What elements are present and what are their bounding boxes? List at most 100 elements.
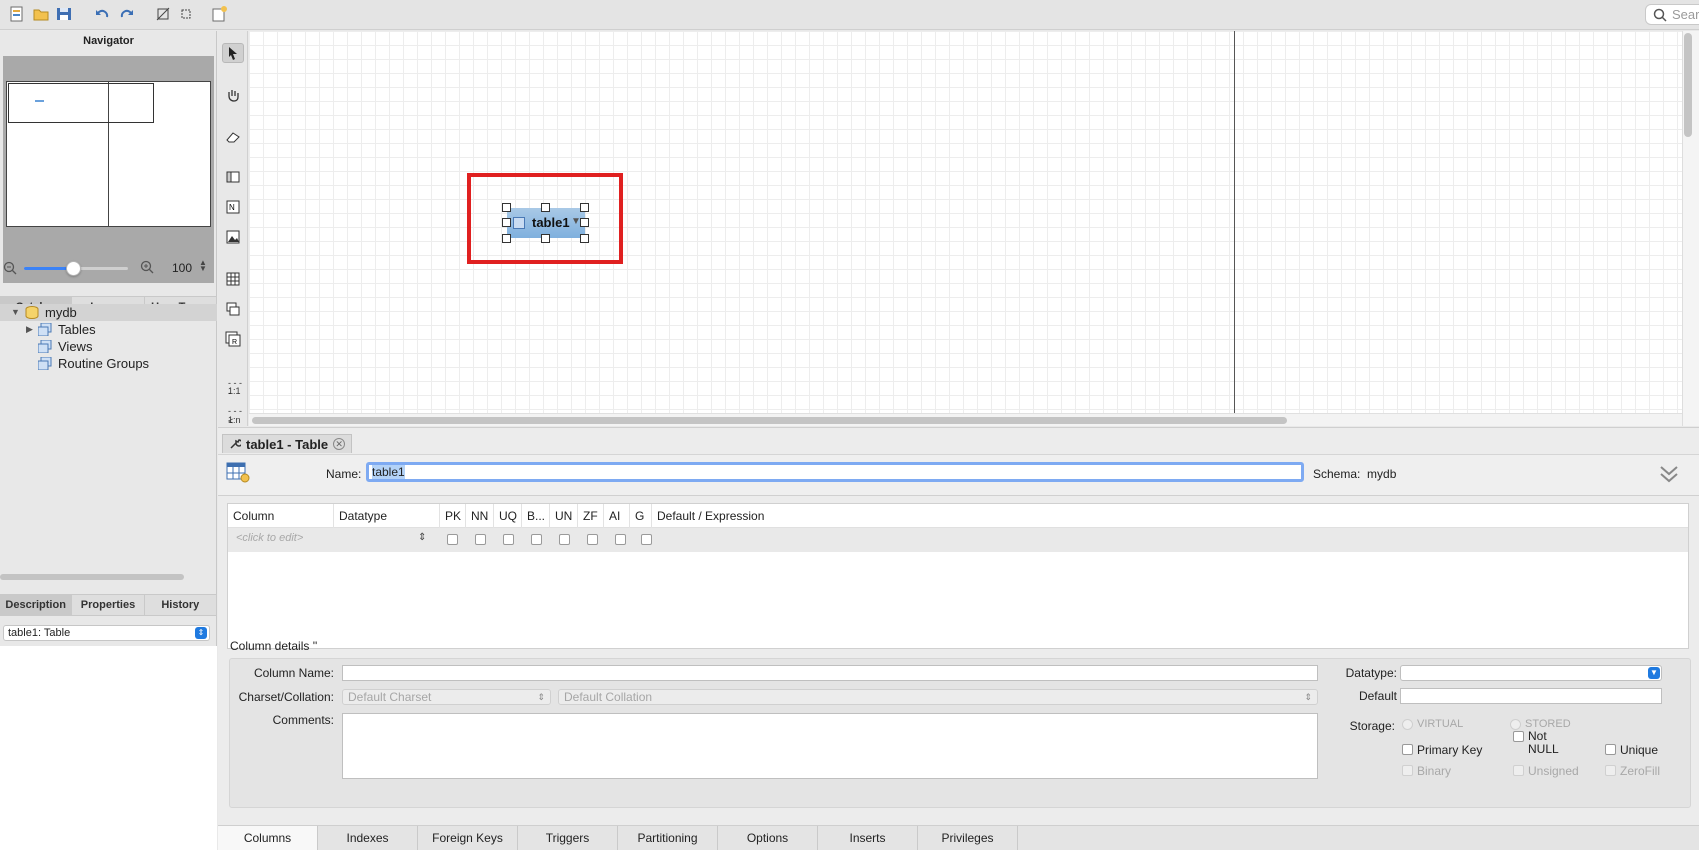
tab-options[interactable]: Options [718, 826, 818, 850]
primary-key-checkbox[interactable] [1402, 744, 1413, 755]
resize-handle[interactable] [541, 203, 550, 212]
zerofill-checkbox[interactable] [1605, 765, 1616, 776]
col-header-g[interactable]: G [630, 504, 652, 528]
comments-textarea[interactable] [342, 713, 1318, 779]
toggle-grid-icon[interactable] [154, 5, 172, 23]
align-icon[interactable] [177, 5, 195, 23]
rel-one-to-many-label[interactable]: 1:n [228, 415, 241, 425]
image-tool-icon[interactable] [222, 227, 244, 247]
tree-item-tables[interactable]: ▶ Tables [0, 321, 217, 338]
resize-handle[interactable] [580, 234, 589, 243]
resize-handle[interactable] [502, 234, 511, 243]
left-sidebar: Navigator 100 ▲▼ Catalog Layers User Typ… [0, 31, 217, 850]
tab-properties[interactable]: Properties [72, 595, 145, 615]
stored-radio[interactable] [1510, 719, 1521, 730]
zf-checkbox[interactable] [587, 534, 598, 545]
zoom-stepper-icon[interactable]: ▲ ▼ [199, 259, 207, 273]
col-header-zf[interactable]: ZF [578, 504, 604, 528]
resize-handle[interactable] [541, 234, 550, 243]
col-header-un[interactable]: UN [550, 504, 578, 528]
undo-icon[interactable] [93, 5, 111, 23]
navigator-preview[interactable] [3, 56, 214, 283]
resize-handle[interactable] [502, 203, 511, 212]
zoom-value[interactable]: 100 [172, 261, 192, 275]
virtual-radio[interactable] [1402, 719, 1413, 730]
hand-tool-icon[interactable] [222, 85, 244, 105]
description-object-select[interactable]: table1: Table ⇕ [3, 625, 210, 641]
resize-handle[interactable] [580, 218, 589, 227]
col-header-nn[interactable]: NN [466, 504, 494, 528]
col-header-uq[interactable]: UQ [494, 504, 522, 528]
col-header-column[interactable]: Column [228, 504, 334, 528]
routine-group-tool-icon[interactable]: R [222, 329, 244, 349]
sidebar-scrollbar[interactable] [0, 574, 184, 580]
col-header-datatype[interactable]: Datatype [334, 504, 440, 528]
save-icon[interactable] [55, 5, 73, 23]
canvas-horizontal-scrollbar[interactable] [252, 417, 1287, 424]
nn-checkbox[interactable] [475, 534, 486, 545]
new-tab-icon[interactable] [210, 5, 228, 23]
editor-tab[interactable]: table1 - Table ✕ [222, 434, 353, 453]
zoom-out-icon[interactable] [3, 261, 17, 275]
table-row[interactable]: <click to edit> ⇕ [228, 528, 1688, 552]
search-input[interactable]: Sear [1645, 4, 1699, 25]
collation-select[interactable]: Default Collation ⇕ [558, 689, 1318, 705]
tree-item-routine-groups[interactable]: Routine Groups [0, 355, 217, 372]
open-folder-icon[interactable] [32, 5, 50, 23]
uq-checkbox[interactable] [503, 534, 514, 545]
col-header-ai[interactable]: AI [604, 504, 630, 528]
datatype-select[interactable]: ▼ [1400, 665, 1662, 681]
table-tool-icon[interactable] [222, 269, 244, 289]
description-body[interactable] [0, 646, 217, 850]
note-tool-icon[interactable]: N [222, 197, 244, 217]
datatype-stepper-icon[interactable]: ⇕ [418, 532, 426, 543]
charset-select[interactable]: Default Charset ⇕ [342, 689, 551, 705]
binary-checkbox[interactable] [531, 534, 542, 545]
unsigned-checkbox[interactable] [1513, 765, 1524, 776]
table-name-input[interactable]: table1 [366, 462, 1304, 482]
tab-triggers[interactable]: Triggers [518, 826, 618, 850]
rel-one-to-one-label[interactable]: 1:1 [228, 386, 241, 396]
view-tool-icon[interactable] [222, 299, 244, 319]
close-icon[interactable]: ✕ [333, 438, 346, 450]
col-header-pk[interactable]: PK [440, 504, 466, 528]
g-checkbox[interactable] [641, 534, 652, 545]
tree-item-schema[interactable]: ▼ mydb [0, 304, 217, 321]
unique-checkbox[interactable] [1605, 744, 1616, 755]
col-header-binary[interactable]: B... [522, 504, 550, 528]
new-column-placeholder[interactable]: <click to edit> [236, 532, 303, 544]
tab-description[interactable]: Description [0, 595, 73, 615]
column-name-input[interactable] [342, 665, 1318, 681]
tab-indexes[interactable]: Indexes [318, 826, 418, 850]
un-checkbox[interactable] [559, 534, 570, 545]
resize-handle[interactable] [580, 203, 589, 212]
new-document-icon[interactable] [8, 5, 26, 23]
resize-handle[interactable] [502, 218, 511, 227]
tab-partitioning[interactable]: Partitioning [618, 826, 718, 850]
col-header-default[interactable]: Default / Expression [652, 504, 952, 528]
tab-foreign-keys[interactable]: Foreign Keys [418, 826, 518, 850]
tab-privileges[interactable]: Privileges [918, 826, 1018, 850]
canvas-vertical-scrollbar[interactable] [1684, 33, 1692, 137]
diagram-canvas[interactable]: table1 ▼ [249, 31, 1682, 413]
ai-checkbox[interactable] [615, 534, 626, 545]
chevron-down-icon[interactable]: ▼ [11, 304, 20, 321]
tab-history[interactable]: History [145, 595, 217, 615]
default-input[interactable] [1400, 688, 1662, 704]
pk-checkbox[interactable] [447, 534, 458, 545]
navigator-viewport[interactable] [8, 83, 154, 123]
tab-columns[interactable]: Columns [218, 826, 318, 850]
zoom-slider[interactable] [24, 261, 128, 276]
binary-checkbox[interactable] [1402, 765, 1413, 776]
chevron-right-icon[interactable]: ▶ [26, 321, 33, 338]
zoom-slider-knob[interactable] [65, 261, 81, 276]
layer-tool-icon[interactable] [222, 167, 244, 187]
tab-inserts[interactable]: Inserts [818, 826, 918, 850]
zoom-in-icon[interactable] [140, 260, 154, 274]
collapse-chevron-icon[interactable] [1658, 463, 1680, 485]
tree-item-views[interactable]: Views [0, 338, 217, 355]
redo-icon[interactable] [118, 5, 136, 23]
eraser-tool-icon[interactable] [222, 127, 244, 147]
not-null-checkbox[interactable] [1513, 731, 1524, 742]
pointer-tool-icon[interactable] [222, 43, 244, 63]
